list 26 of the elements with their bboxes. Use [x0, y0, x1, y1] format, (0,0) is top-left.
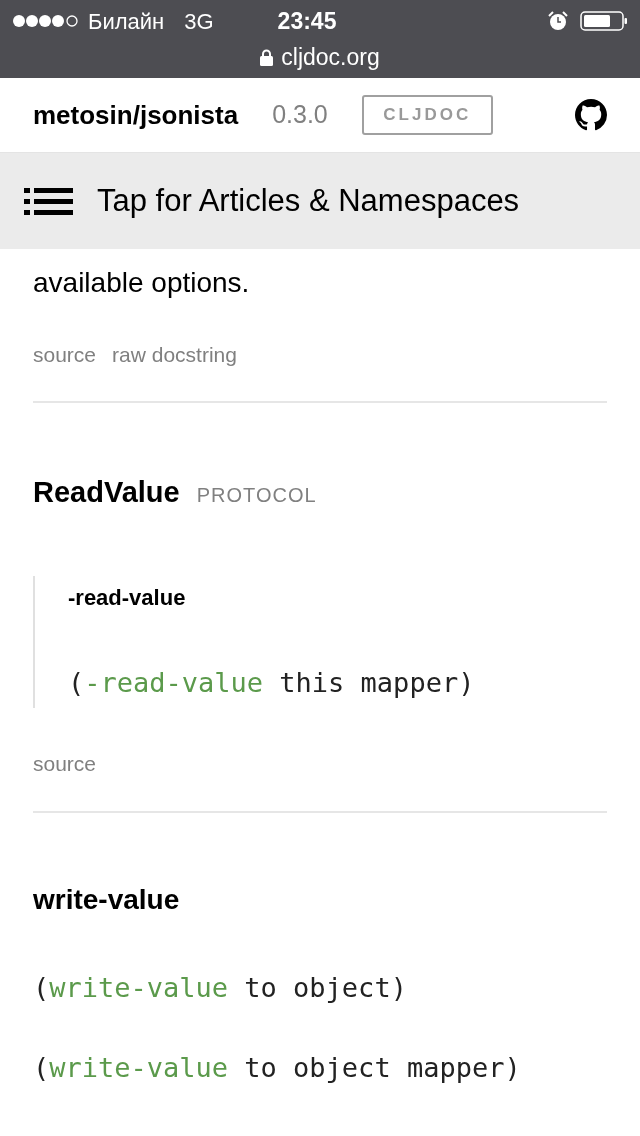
list-icon — [24, 187, 73, 215]
protocol-tag: PROTOCOL — [196, 479, 317, 510]
clock-time: 23:45 — [277, 6, 337, 36]
nav-label: Tap for Articles & Namespaces — [97, 181, 520, 220]
url-text[interactable]: cljdoc.org — [281, 39, 380, 75]
project-title[interactable]: metosin/jsonista — [33, 95, 239, 135]
code-signature: (write-value to object) — [33, 970, 408, 1005]
network-type: 3G — [184, 7, 214, 36]
version-text: 0.3.0 — [272, 99, 328, 131]
cljdoc-link[interactable]: CLJDOC — [361, 95, 493, 135]
protocol-name: ReadValue — [33, 474, 180, 510]
code-signature: (write-value to object mapper) — [33, 1050, 522, 1085]
github-icon[interactable] — [575, 99, 607, 131]
alarm-clock-icon — [548, 11, 568, 31]
lock-icon — [260, 48, 274, 66]
method-name: -read-value — [68, 584, 187, 612]
doc-link[interactable]: raw docstring — [112, 339, 237, 371]
function-name: write-value — [33, 882, 181, 917]
code-signature: (-read-value this mapper) — [68, 666, 476, 700]
docstring-text: available options. — [33, 266, 251, 300]
battery-icon — [580, 11, 628, 31]
doc-link[interactable]: source — [33, 339, 97, 371]
doc-link[interactable]: source — [33, 748, 97, 780]
signal-icon — [12, 14, 80, 28]
nav-bar[interactable]: Tap for Articles & Namespaces — [0, 153, 640, 249]
carrier-name: Билайн — [88, 7, 165, 36]
